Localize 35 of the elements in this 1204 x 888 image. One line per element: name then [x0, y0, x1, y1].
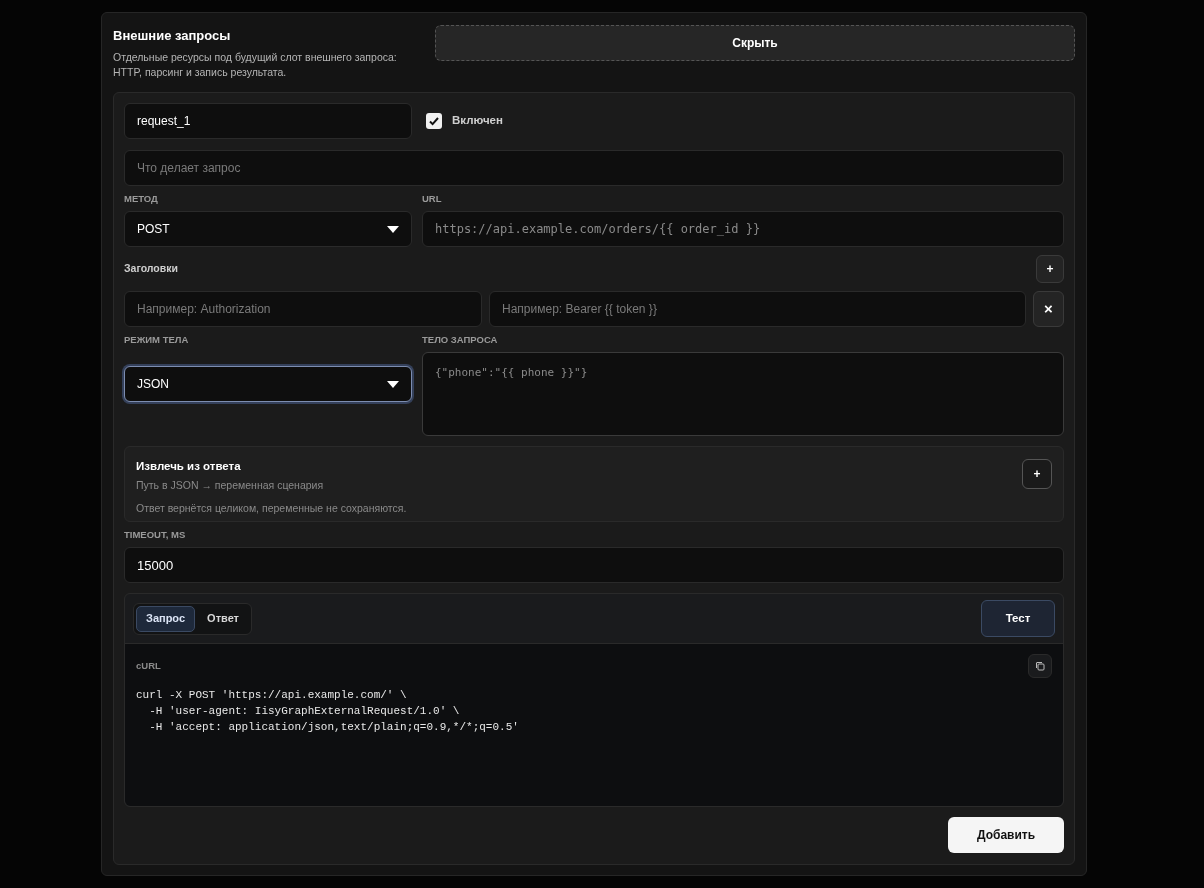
panel-title: Извлечь из ответа — [136, 459, 242, 474]
section-title: Внешние запросы — [113, 27, 232, 45]
name-field[interactable]: request_1 — [124, 103, 412, 139]
add-button[interactable]: Добавить — [948, 817, 1064, 853]
copy-icon[interactable] — [1028, 654, 1052, 678]
checkbox-label: Включен — [452, 113, 503, 129]
section-description: Отдельные ресурсы под будущий слот внешнего запроса: HTTP, парсинг и запись результата. — [113, 49, 398, 80]
select-field[interactable]: POST — [124, 211, 412, 247]
header-name-field[interactable]: Например: Authorization — [124, 291, 482, 327]
panel-subtitle: Путь в JSON → переменная сценария — [136, 478, 325, 494]
select-field[interactable]: JSON — [124, 366, 412, 402]
body-field[interactable]: {"phone":"{{ phone }}"} — [422, 352, 1064, 436]
field-label: TIMEOUT, MS — [124, 528, 187, 542]
description-field[interactable]: Что делает запрос — [124, 150, 1064, 186]
panel-note: Ответ вернётся целиком, переменные не сохраняются. — [136, 501, 407, 516]
field-label: МЕТОД — [124, 192, 159, 206]
add-extract-button[interactable]: + — [1022, 459, 1052, 489]
code-label: cURL — [136, 658, 161, 673]
header-value-field[interactable]: Например: Bearer {{ token }} — [489, 291, 1026, 327]
tab[interactable]: Запрос — [136, 605, 196, 632]
code-text: curl -X POST 'https://api.example.com/' \ -H 'user-agent: IisyGraphExternalRequest/1.0' \ -H 'accept: application/json,text/plain;q=0.9,*/*;q=0.5' — [136, 688, 520, 735]
add-header-button[interactable]: + — [1036, 255, 1064, 283]
caret-icon — [387, 380, 399, 388]
timeout-field[interactable]: 15000 — [124, 547, 1064, 583]
field-label: ТЕЛО ЗАПРОСА — [422, 333, 499, 347]
caret-icon — [387, 225, 399, 233]
test-button[interactable]: Тест — [981, 600, 1055, 637]
hide-button[interactable]: Скрыть — [435, 25, 1075, 61]
checkbox[interactable] — [426, 113, 442, 129]
field-label: РЕЖИМ ТЕЛА — [124, 333, 190, 347]
section-label: Заголовки — [124, 261, 178, 277]
url-field[interactable]: https://api.example.com/orders/{{ order_id }} — [422, 211, 1064, 247]
remove-header-button[interactable]: × — [1033, 291, 1064, 327]
field-label: URL — [422, 192, 443, 206]
tab[interactable]: Ответ — [197, 605, 249, 632]
